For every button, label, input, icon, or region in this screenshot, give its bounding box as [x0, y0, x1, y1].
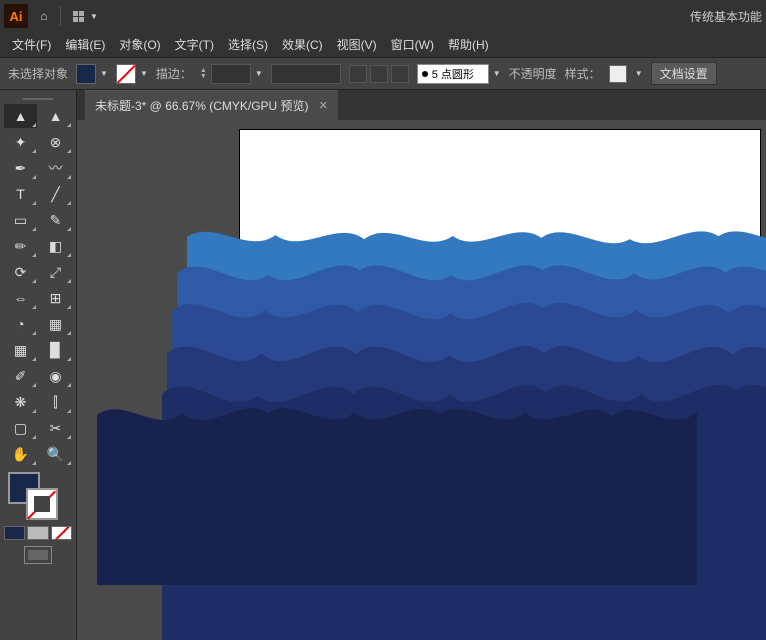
- tool-mesh[interactable]: ▦: [4, 338, 37, 362]
- menu-帮助[interactable]: 帮助(H): [442, 32, 495, 57]
- tool-type[interactable]: T: [4, 182, 37, 206]
- tool-pen[interactable]: ✒: [4, 156, 37, 180]
- fill-swatch-group[interactable]: ▼: [76, 64, 108, 84]
- stroke-swatch-group[interactable]: ▼: [116, 64, 148, 84]
- tool-rotate[interactable]: ⟳: [4, 260, 37, 284]
- tool-line[interactable]: ╱: [39, 182, 72, 206]
- tool-zoom[interactable]: 🔍: [39, 442, 72, 466]
- menu-效果[interactable]: 效果(C): [276, 32, 329, 57]
- toolbox: ▲▲✦⊗✒〰T╱▭✎✏◧⟳⤢⇔⊞◔▦▦▉✐◉❋⫿▢✂✋🔍: [0, 90, 77, 640]
- menu-视图[interactable]: 视图(V): [331, 32, 383, 57]
- menu-bar: 文件(F)编辑(E)对象(O)文字(T)选择(S)效果(C)视图(V)窗口(W)…: [0, 32, 766, 58]
- swatch[interactable]: [27, 526, 48, 540]
- stroke-color[interactable]: [26, 488, 58, 520]
- document-tab[interactable]: 未标题-3* @ 66.67% (CMYK/GPU 预览) ✕: [85, 90, 338, 120]
- tool-width[interactable]: ⇔: [4, 286, 37, 310]
- options-bar: 未选择对象 ▼ ▼ 描边： ▲▼ ▼ 5 点圆形 ▼ 不透明度 样式： ▼ 文档…: [0, 58, 766, 90]
- close-icon[interactable]: ✕: [319, 99, 328, 112]
- dot-icon: [422, 71, 428, 77]
- canvas-area: 未标题-3* @ 66.67% (CMYK/GPU 预览) ✕: [77, 90, 766, 640]
- brush-select[interactable]: 5 点圆形 ▼: [417, 64, 501, 84]
- tool-scale[interactable]: ⤢: [39, 260, 72, 284]
- menu-文件[interactable]: 文件(F): [6, 32, 57, 57]
- tool-perspective[interactable]: ▦: [39, 312, 72, 336]
- stroke-label: 描边：: [156, 65, 192, 82]
- screen-icon: [24, 546, 52, 564]
- tool-magic-wand[interactable]: ✦: [4, 130, 37, 154]
- style-swatch[interactable]: [609, 65, 627, 83]
- divider: [60, 6, 61, 26]
- arrange-documents[interactable]: ▼: [67, 11, 104, 22]
- tool-free-transform[interactable]: ⊞: [39, 286, 72, 310]
- swatch[interactable]: [4, 526, 25, 540]
- tool-selection[interactable]: ▲: [4, 104, 37, 128]
- stroke-width[interactable]: ▲▼ ▼: [200, 64, 263, 84]
- profile-select[interactable]: [271, 64, 341, 84]
- panel-handle[interactable]: [4, 94, 72, 104]
- tool-hand[interactable]: ✋: [4, 442, 37, 466]
- chevron-down-icon: ▼: [90, 12, 98, 21]
- menu-编辑[interactable]: 编辑(E): [59, 32, 111, 57]
- document-tabs: 未标题-3* @ 66.67% (CMYK/GPU 预览) ✕: [77, 90, 766, 120]
- tool-column-graph[interactable]: ⫿: [39, 390, 72, 414]
- wave-shape[interactable]: [97, 385, 697, 585]
- document-setup-button[interactable]: 文档设置: [651, 62, 717, 85]
- selection-status: 未选择对象: [8, 65, 68, 82]
- tool-rectangle[interactable]: ▭: [4, 208, 37, 232]
- canvas-viewport[interactable]: [77, 120, 766, 640]
- menu-对象[interactable]: 对象(O): [113, 32, 166, 57]
- fill-swatch[interactable]: [76, 64, 96, 84]
- workspace-switcher[interactable]: 传统基本功能: [690, 8, 762, 25]
- tool-symbol-sprayer[interactable]: ❋: [4, 390, 37, 414]
- home-icon[interactable]: ⌂: [34, 6, 54, 26]
- tool-shape-builder[interactable]: ◔: [4, 312, 37, 336]
- fill-stroke-control[interactable]: [4, 470, 72, 524]
- chevron-down-icon: ▼: [493, 69, 501, 78]
- tool-curvature[interactable]: 〰: [39, 156, 72, 180]
- chevron-down-icon: ▼: [100, 69, 108, 78]
- tool-paintbrush[interactable]: ✎: [39, 208, 72, 232]
- stroke-width-input[interactable]: [211, 64, 251, 84]
- tool-eyedropper[interactable]: ✐: [4, 364, 37, 388]
- stroke-swatch[interactable]: [116, 64, 136, 84]
- brush-label: 5 点圆形: [432, 66, 474, 82]
- tab-title: 未标题-3* @ 66.67% (CMYK/GPU 预览): [95, 97, 309, 114]
- tool-blend[interactable]: ◉: [39, 364, 72, 388]
- menu-窗口[interactable]: 窗口(W): [385, 32, 440, 57]
- cap-options[interactable]: [349, 65, 409, 83]
- tool-slice[interactable]: ✂: [39, 416, 72, 440]
- tool-gradient[interactable]: ▉: [39, 338, 72, 362]
- stepper-icon[interactable]: ▲▼: [200, 68, 207, 80]
- chevron-down-icon: ▼: [255, 69, 263, 78]
- chevron-down-icon: ▼: [635, 69, 643, 78]
- tool-direct-selection[interactable]: ▲: [39, 104, 72, 128]
- chevron-down-icon: ▼: [140, 69, 148, 78]
- menu-文字[interactable]: 文字(T): [169, 32, 220, 57]
- grid-icon: [73, 11, 84, 22]
- menu-选择[interactable]: 选择(S): [222, 32, 274, 57]
- swatch[interactable]: [51, 526, 72, 540]
- app-logo: Ai: [4, 4, 28, 28]
- opacity-label[interactable]: 不透明度: [509, 65, 557, 82]
- title-bar: Ai ⌂ ▼ 传统基本功能: [0, 0, 766, 32]
- style-label: 样式：: [565, 65, 601, 82]
- color-mode-row: [4, 526, 72, 540]
- tool-eraser[interactable]: ◧: [39, 234, 72, 258]
- screen-mode[interactable]: [4, 546, 72, 564]
- tool-lasso[interactable]: ⊗: [39, 130, 72, 154]
- tool-artboard[interactable]: ▢: [4, 416, 37, 440]
- tool-pencil[interactable]: ✏: [4, 234, 37, 258]
